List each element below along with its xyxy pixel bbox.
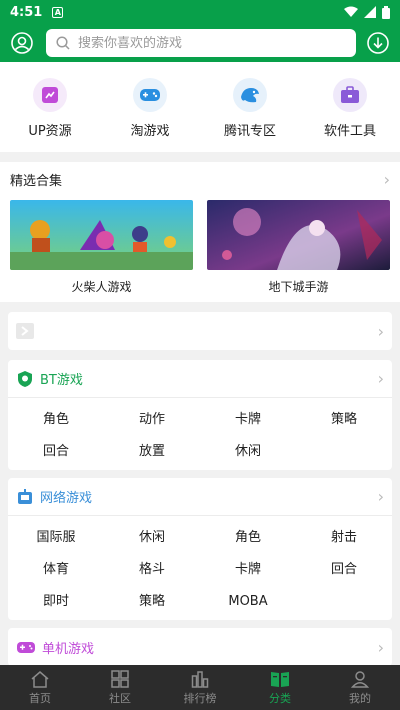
chevron-right-icon: › <box>377 487 384 506</box>
community-icon <box>111 669 129 688</box>
category-label: 软件工具 <box>323 124 376 139</box>
toolbox-icon <box>333 78 367 112</box>
tag-item[interactable]: 体育 <box>8 554 104 586</box>
tag-item[interactable]: 策略 <box>104 586 200 618</box>
featured-card-title: 火柴人游戏 <box>71 280 132 294</box>
app-bar <box>0 24 400 62</box>
user-avatar-button[interactable] <box>10 31 34 55</box>
chevron-right-icon: › <box>377 637 384 657</box>
profile-icon <box>351 670 369 688</box>
tag-item[interactable]: 射击 <box>296 522 392 554</box>
tag-item[interactable]: 格斗 <box>104 554 200 586</box>
tab-ranking[interactable]: 排行榜 <box>160 665 240 710</box>
user-icon <box>11 32 33 54</box>
tag-item[interactable]: 角色 <box>200 522 296 554</box>
tag-item[interactable]: 国际服 <box>8 522 104 554</box>
category-label: UP资源 <box>28 124 72 139</box>
stickman-game-banner <box>10 200 193 270</box>
bt-tag-grid: 角色 动作 卡牌 策略 回合 放置 休闲 <box>8 398 392 470</box>
signal-icon <box>364 6 376 18</box>
tab-label: 我的 <box>349 691 371 705</box>
wifi-icon <box>344 6 358 17</box>
category-icon <box>271 671 289 687</box>
top-category-row: UP资源 淘游戏 腾讯专区 软件工具 <box>0 62 400 152</box>
online-games-section: 网络游戏 › 国际服 休闲 角色 射击 体育 格斗 卡牌 回合 即时 策略 MO… <box>8 478 392 620</box>
category-tencent[interactable]: 腾讯专区 <box>200 62 300 152</box>
tag-item[interactable]: 卡牌 <box>200 404 296 436</box>
tag-item[interactable]: 回合 <box>296 554 392 586</box>
featured-card-dungeon[interactable]: 地下城手游 <box>207 200 390 295</box>
up-resource-icon <box>33 78 67 112</box>
bt-games-title: BT游戏 <box>40 373 83 388</box>
dungeon-game-banner <box>207 200 390 270</box>
tencent-icon <box>233 78 267 112</box>
online-tag-grid: 国际服 休闲 角色 射击 体育 格斗 卡牌 回合 即时 策略 MOBA <box>8 516 392 620</box>
chevron-right-icon: › <box>377 321 384 341</box>
category-software-tools[interactable]: 软件工具 <box>300 62 400 152</box>
tab-community[interactable]: 社区 <box>80 665 160 710</box>
search-box[interactable] <box>46 29 356 57</box>
tag-item[interactable]: 卡牌 <box>200 554 296 586</box>
featured-card-stickman[interactable]: 火柴人游戏 <box>10 200 193 295</box>
tag-item[interactable]: 回合 <box>8 436 104 468</box>
download-icon <box>367 32 389 54</box>
category-tao-games[interactable]: 淘游戏 <box>100 62 200 152</box>
bottom-tab-bar: 首页 社区 排行榜 分类 我的 <box>0 665 400 710</box>
tag-item[interactable]: MOBA <box>200 586 296 618</box>
tab-label: 分类 <box>269 691 291 705</box>
featured-title: 精选合集 <box>10 173 63 189</box>
notification-icon: A <box>52 6 64 18</box>
featured-collection: 精选合集 › 火柴人游戏 地下城手游 <box>0 162 400 302</box>
gamepad-icon <box>133 78 167 112</box>
tag-item[interactable]: 放置 <box>104 436 200 468</box>
tag-item[interactable]: 策略 <box>296 404 392 436</box>
gamepad-icon <box>17 642 35 653</box>
status-time: 4:51 <box>10 4 43 20</box>
single-games-section: 单机游戏 › <box>8 628 392 666</box>
tab-category[interactable]: 分类 <box>240 665 320 710</box>
search-input[interactable] <box>78 35 346 51</box>
banner-row[interactable]: › <box>8 312 392 350</box>
category-label: 淘游戏 <box>130 124 170 139</box>
tab-profile[interactable]: 我的 <box>320 665 400 710</box>
home-icon <box>31 670 49 688</box>
chevron-right-icon: › <box>383 169 390 189</box>
tag-item[interactable]: 动作 <box>104 404 200 436</box>
online-games-header[interactable]: 网络游戏 › <box>8 478 392 516</box>
featured-header[interactable]: 精选合集 › <box>0 162 400 196</box>
category-up-resource[interactable]: UP资源 <box>0 62 100 152</box>
bt-games-header[interactable]: BT游戏 › <box>8 360 392 398</box>
download-button[interactable] <box>366 31 390 55</box>
tab-label: 首页 <box>29 691 51 705</box>
tab-label: 社区 <box>109 691 131 705</box>
tag-item[interactable]: 休闲 <box>200 436 296 468</box>
single-games-title: 单机游戏 <box>42 641 95 657</box>
tag-item[interactable]: 角色 <box>8 404 104 436</box>
battery-icon <box>382 5 390 19</box>
tab-label: 排行榜 <box>183 691 217 705</box>
tab-home[interactable]: 首页 <box>0 665 80 710</box>
featured-card-title: 地下城手游 <box>268 280 329 294</box>
chevron-right-icon: › <box>377 369 384 388</box>
status-bar: 4:51 A <box>0 0 400 24</box>
category-label: 腾讯专区 <box>223 124 276 139</box>
network-icon <box>18 488 32 504</box>
ranking-icon <box>191 670 209 688</box>
bt-games-section: BT游戏 › 角色 动作 卡牌 策略 回合 放置 休闲 <box>8 360 392 470</box>
tag-item[interactable]: 即时 <box>8 586 104 618</box>
bt-shield-icon <box>18 370 32 387</box>
online-games-title: 网络游戏 <box>40 491 93 506</box>
single-games-header[interactable]: 单机游戏 › <box>8 628 392 666</box>
banner-arrow-icon <box>16 323 34 339</box>
tag-item[interactable]: 休闲 <box>104 522 200 554</box>
search-icon <box>56 36 70 50</box>
